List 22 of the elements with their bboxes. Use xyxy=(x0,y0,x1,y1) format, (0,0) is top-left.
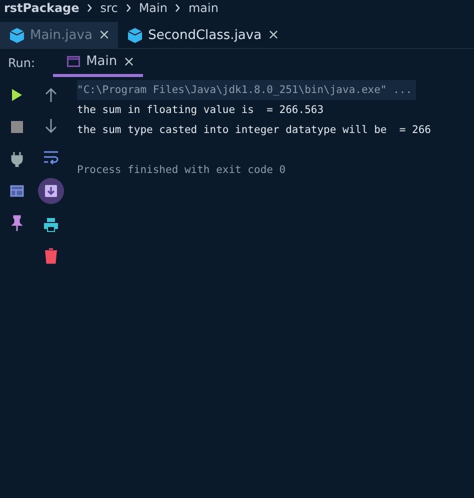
console-status: Process finished with exit code 0 xyxy=(77,163,287,178)
close-icon[interactable]: × xyxy=(123,54,135,70)
scroll-to-end-icon[interactable] xyxy=(38,178,64,204)
editor-tab[interactable]: Main.java × xyxy=(0,22,118,48)
console-output: the sum in floating value is = 266.563 xyxy=(77,103,325,118)
breadcrumb[interactable]: Main xyxy=(138,1,168,15)
cube-icon xyxy=(10,28,24,42)
run-tab[interactable]: Main × xyxy=(53,49,143,77)
breadcrumb[interactable]: rstPackage xyxy=(4,1,80,15)
chevron-icon xyxy=(126,4,131,12)
editor-tab[interactable]: SecondClass.java × xyxy=(118,22,288,48)
run-label: Run: xyxy=(8,56,36,70)
close-icon[interactable]: × xyxy=(98,27,110,43)
close-icon[interactable]: × xyxy=(268,27,280,43)
chevron-icon xyxy=(87,4,92,12)
window-icon xyxy=(67,56,80,67)
cube-icon xyxy=(128,28,142,42)
chevron-icon xyxy=(175,4,180,12)
console-output: the sum type casted into integer datatype will be = 266 xyxy=(77,123,432,138)
console-command: "C:\Program Files\Java\jdk1.8.0_251\bin\java.exe" ... xyxy=(77,80,416,100)
breadcrumb[interactable]: src xyxy=(100,1,118,15)
breadcrumb[interactable]: main xyxy=(188,1,218,15)
